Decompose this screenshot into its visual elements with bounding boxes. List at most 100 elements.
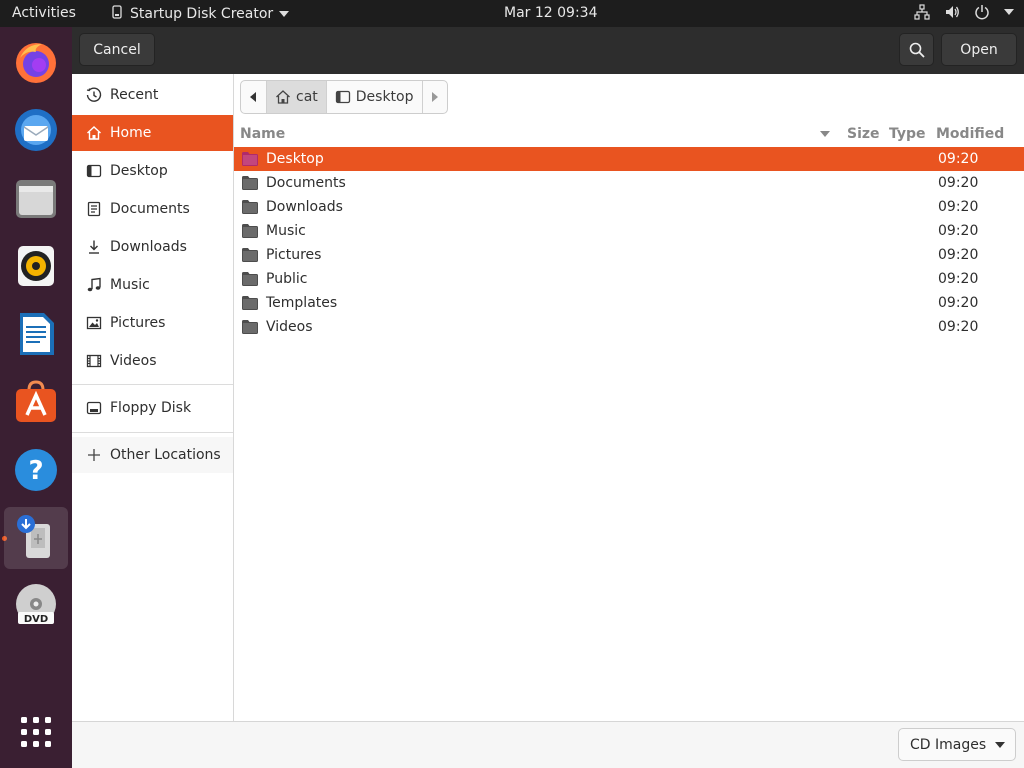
path-crumb-label: cat — [296, 89, 318, 105]
file-modified: 09:20 — [938, 295, 979, 311]
path-crumb-home[interactable]: cat — [267, 81, 327, 113]
system-tray[interactable] — [914, 4, 1014, 20]
sidebar-item-recent[interactable]: Recent — [72, 77, 233, 113]
sidebar-divider — [72, 384, 233, 385]
path-crumb-desktop[interactable]: Desktop — [327, 81, 423, 113]
file-chooser-dialog: Cancel Open Recent Home Desktop Document… — [72, 27, 1024, 768]
sidebar-item-label: Recent — [110, 87, 159, 103]
file-row[interactable]: Documents 09:20 — [234, 171, 1024, 195]
path-back-button[interactable] — [241, 81, 267, 113]
svg-text:?: ? — [28, 456, 43, 486]
sidebar-item-floppy-disk[interactable]: Floppy Disk — [72, 390, 233, 426]
dock-files[interactable] — [4, 167, 68, 229]
places-sidebar: Recent Home Desktop Documents Downloads … — [72, 74, 234, 721]
file-modified: 09:20 — [938, 199, 979, 215]
dock-thunderbird[interactable] — [4, 99, 68, 161]
clock-icon — [86, 87, 102, 103]
download-icon — [86, 239, 102, 255]
column-header-size[interactable]: Size — [847, 122, 880, 146]
rhythmbox-icon — [18, 246, 54, 286]
sidebar-item-home[interactable]: Home — [72, 115, 233, 151]
sidebar-item-label: Other Locations — [110, 447, 221, 463]
file-name: Pictures — [266, 247, 322, 263]
sidebar-item-label: Desktop — [110, 163, 168, 179]
dock-firefox[interactable] — [4, 31, 68, 93]
file-modified: 09:20 — [938, 175, 979, 191]
sidebar-item-label: Documents — [110, 201, 190, 217]
folder-icon — [242, 200, 258, 214]
column-header-name[interactable]: Name — [240, 122, 285, 146]
sidebar-item-label: Pictures — [110, 315, 166, 331]
file-row[interactable]: Videos 09:20 — [234, 315, 1024, 339]
network-icon[interactable] — [914, 4, 930, 20]
folder-icon — [242, 176, 258, 190]
folder-icon — [242, 224, 258, 238]
app-menu[interactable]: Startup Disk Creator — [110, 5, 290, 23]
picture-icon — [86, 315, 102, 331]
search-icon — [909, 42, 925, 58]
cancel-button[interactable]: Cancel — [79, 33, 155, 66]
volume-icon[interactable] — [944, 4, 960, 20]
column-header-modified[interactable]: Modified — [936, 122, 1004, 146]
clock[interactable]: Mar 12 09:34 — [504, 5, 597, 21]
sidebar-item-documents[interactable]: Documents — [72, 191, 233, 227]
dock-writer[interactable] — [4, 303, 68, 365]
sidebar-item-downloads[interactable]: Downloads — [72, 229, 233, 265]
folder-icon — [242, 296, 258, 310]
dock-rhythmbox[interactable] — [4, 235, 68, 297]
search-button[interactable] — [899, 33, 934, 66]
sidebar-item-music[interactable]: Music — [72, 267, 233, 303]
dock-software[interactable] — [4, 371, 68, 433]
sidebar-item-videos[interactable]: Videos — [72, 343, 233, 379]
file-type-filter-dropdown[interactable]: CD Images — [898, 728, 1016, 761]
chevron-down-icon — [279, 6, 290, 22]
music-icon — [86, 277, 102, 293]
dock-help[interactable]: ? — [4, 439, 68, 501]
file-row[interactable]: Desktop 09:20 — [234, 147, 1024, 171]
file-row[interactable]: Music 09:20 — [234, 219, 1024, 243]
open-button[interactable]: Open — [941, 33, 1017, 66]
libreoffice-writer-icon — [20, 313, 54, 355]
dock-show-applications[interactable] — [4, 701, 68, 763]
header-bar: Cancel Open — [72, 27, 1024, 74]
dock-dvd[interactable]: DVD — [4, 575, 68, 637]
document-icon — [86, 201, 102, 217]
folder-icon — [242, 152, 258, 166]
sidebar-item-label: Home — [110, 125, 152, 141]
drive-icon — [86, 400, 102, 416]
sidebar-divider — [72, 432, 233, 433]
dock-startup-disk-creator[interactable] — [4, 507, 68, 569]
file-name: Videos — [266, 319, 313, 335]
top-bar: Activities Startup Disk Creator Mar 12 0… — [0, 0, 1024, 27]
startup-disk-creator-icon — [17, 515, 50, 558]
sidebar-item-other-locations[interactable]: Other Locations — [72, 437, 233, 473]
chevron-down-icon[interactable] — [1004, 8, 1014, 16]
software-center-icon — [16, 380, 56, 422]
dvd-icon: DVD — [16, 584, 56, 625]
show-applications-icon — [21, 717, 51, 747]
path-forward-button[interactable] — [423, 81, 447, 113]
activities-button[interactable]: Activities — [12, 5, 76, 21]
column-header-type[interactable]: Type — [889, 122, 926, 146]
desktop-icon — [335, 90, 350, 104]
file-row[interactable]: Public 09:20 — [234, 267, 1024, 291]
home-icon — [276, 90, 290, 104]
file-row[interactable]: Pictures 09:20 — [234, 243, 1024, 267]
sidebar-item-label: Music — [110, 277, 150, 293]
sidebar-item-desktop[interactable]: Desktop — [72, 153, 233, 189]
app-menu-label: Startup Disk Creator — [130, 6, 274, 22]
power-icon[interactable] — [974, 4, 990, 20]
chevron-right-icon — [431, 92, 438, 102]
file-name: Templates — [266, 295, 338, 311]
sidebar-item-label: Videos — [110, 353, 157, 369]
sidebar-item-label: Floppy Disk — [110, 400, 192, 416]
app-menu-icon — [110, 5, 124, 23]
chevron-left-icon — [250, 92, 256, 102]
file-row[interactable]: Templates 09:20 — [234, 291, 1024, 315]
file-row[interactable]: Downloads 09:20 — [234, 195, 1024, 219]
svg-text:DVD: DVD — [24, 614, 48, 625]
sidebar-item-pictures[interactable]: Pictures — [72, 305, 233, 341]
file-name: Music — [266, 223, 306, 239]
path-crumb-label: Desktop — [355, 89, 414, 105]
file-modified: 09:20 — [938, 271, 979, 287]
